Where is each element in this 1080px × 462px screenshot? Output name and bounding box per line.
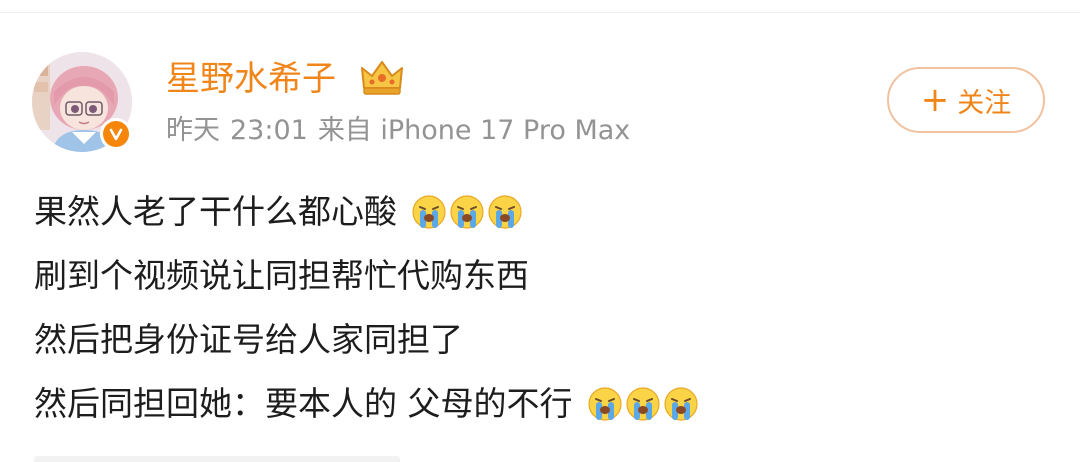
verified-badge-icon: [100, 118, 132, 150]
crying-face-icon: [412, 195, 446, 229]
crown-icon: [361, 61, 403, 95]
crying-face-icon: [663, 387, 698, 421]
post-text: 刷到个视频说让同担帮忙代购东西: [34, 256, 529, 295]
post-text: 然后同担回她：要本人的 父母的不行: [34, 384, 573, 423]
post-text: 果然人老了干什么都心酸: [34, 192, 397, 231]
post-day: 昨天: [166, 115, 220, 146]
post-source[interactable]: 来自 iPhone 17 Pro Max: [318, 115, 630, 146]
follow-button[interactable]: + 关注: [887, 67, 1045, 133]
post-body: 果然人老了干什么都心酸 刷到个视频说让同担帮忙代购东西 然后把身份证号给人家同担…: [34, 180, 701, 436]
crying-face-icon: [625, 387, 660, 421]
post-meta: 昨天 23:01 来自 iPhone 17 Pro Max: [166, 111, 640, 151]
post-text: 然后把身份证号给人家同担了: [34, 320, 463, 359]
post-line-1: 果然人老了干什么都心酸: [34, 180, 701, 244]
crying-face-icon: [587, 387, 622, 421]
follow-label: 关注: [957, 87, 1012, 119]
footer-bar: [34, 456, 400, 462]
post-time: 23:01: [230, 115, 308, 146]
emoji-group: [587, 386, 701, 422]
post-line-3: 然后把身份证号给人家同担了: [34, 308, 701, 372]
post-line-4: 然后同担回她：要本人的 父母的不行: [34, 372, 701, 436]
emoji-group: [411, 194, 525, 230]
crying-face-icon: [450, 195, 484, 229]
username[interactable]: 星野水希子: [166, 56, 336, 102]
plus-icon: +: [920, 80, 950, 120]
crying-face-icon: [488, 195, 522, 229]
post-line-2: 刷到个视频说让同担帮忙代购东西: [34, 244, 701, 308]
top-divider: [0, 12, 1080, 13]
